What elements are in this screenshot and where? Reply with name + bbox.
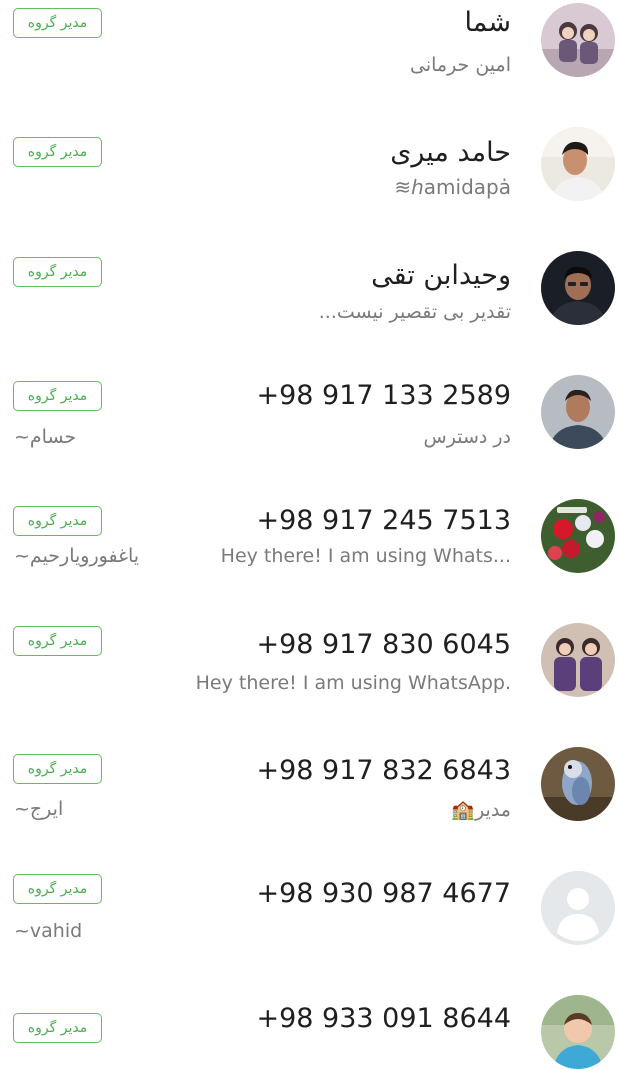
bird-photo-avatar[interactable] [541,747,615,821]
participant-about: امین حرمانی [409,54,511,76]
participant-pushname: ~ایرج [14,798,64,820]
man-photo-avatar[interactable] [541,375,615,449]
group-admin-badge: مدیر گروه [13,8,102,38]
participant-name: وحیدابن تقی [371,260,511,291]
group-admin-badge: مدیر گروه [13,506,102,536]
dark-photo-avatar[interactable] [541,251,615,325]
kids-photo-avatar[interactable] [541,3,615,77]
participant-about: تقدیر بی تقصیر نیست... [318,301,511,323]
participant-name: +98 917 832 6843 [256,755,511,786]
participants-list: شما امین حرمانی مدیر گروه حامد میری ℎami… [0,0,619,1069]
group-admin-badge: مدیر گروه [13,137,102,167]
kids-photo-avatar[interactable] [541,623,615,697]
participant-pushname: ~vahid [14,920,83,942]
participant-row[interactable]: وحیدابن تقی تقدیر بی تقصیر نیست... مدیر … [0,248,619,372]
participant-name: حامد میری [390,137,511,168]
group-admin-badge: مدیر گروه [13,381,102,411]
participant-row[interactable]: +98 933 091 8644 مدیر گروه [0,992,619,1069]
participant-row[interactable]: +98 917 245 7513 Hey there! I am using W… [0,496,619,620]
participant-pushname: ~یاغفورویارحیم [14,545,140,567]
man-photo-avatar[interactable] [541,127,615,201]
child-photo-avatar[interactable] [541,995,615,1069]
group-admin-badge: مدیر گروه [13,257,102,287]
participant-row[interactable]: حامد میری ℎamidapȧ≋ مدیر گروه [0,124,619,248]
participant-name: +98 917 133 2589 [256,380,511,411]
participant-name: +98 917 830 6045 [256,629,511,660]
participant-name: شما [464,7,511,38]
group-admin-badge: مدیر گروه [13,1013,102,1043]
participant-about: Hey there! I am using WhatsApp. [195,672,511,694]
participant-about: مدیر🏫 [451,799,511,821]
participant-row[interactable]: +98 917 832 6843 مدیر🏫 ~ایرج مدیر گروه [0,744,619,868]
participant-row[interactable]: +98 917 830 6045 Hey there! I am using W… [0,620,619,744]
group-admin-badge: مدیر گروه [13,626,102,656]
default-person-avatar[interactable] [541,871,615,945]
participant-name: +98 933 091 8644 [256,1003,511,1034]
participant-about: در دسترس [423,426,511,448]
participant-name: +98 930 987 4677 [256,878,511,909]
participant-about: ℎamidapȧ≋ [394,175,511,199]
participant-name: +98 917 245 7513 [256,505,511,536]
participant-row[interactable]: +98 917 133 2589 در دسترس ~حسام مدیر گرو… [0,372,619,496]
participant-row[interactable]: شما امین حرمانی مدیر گروه [0,0,619,124]
participant-row[interactable]: +98 930 987 4677 ~vahid مدیر گروه [0,868,619,992]
flowers-photo-avatar[interactable] [541,499,615,573]
group-admin-badge: مدیر گروه [13,754,102,784]
participant-about: Hey there! I am using Whats... [220,545,511,567]
group-admin-badge: مدیر گروه [13,874,102,904]
participant-pushname: ~حسام [14,426,77,448]
